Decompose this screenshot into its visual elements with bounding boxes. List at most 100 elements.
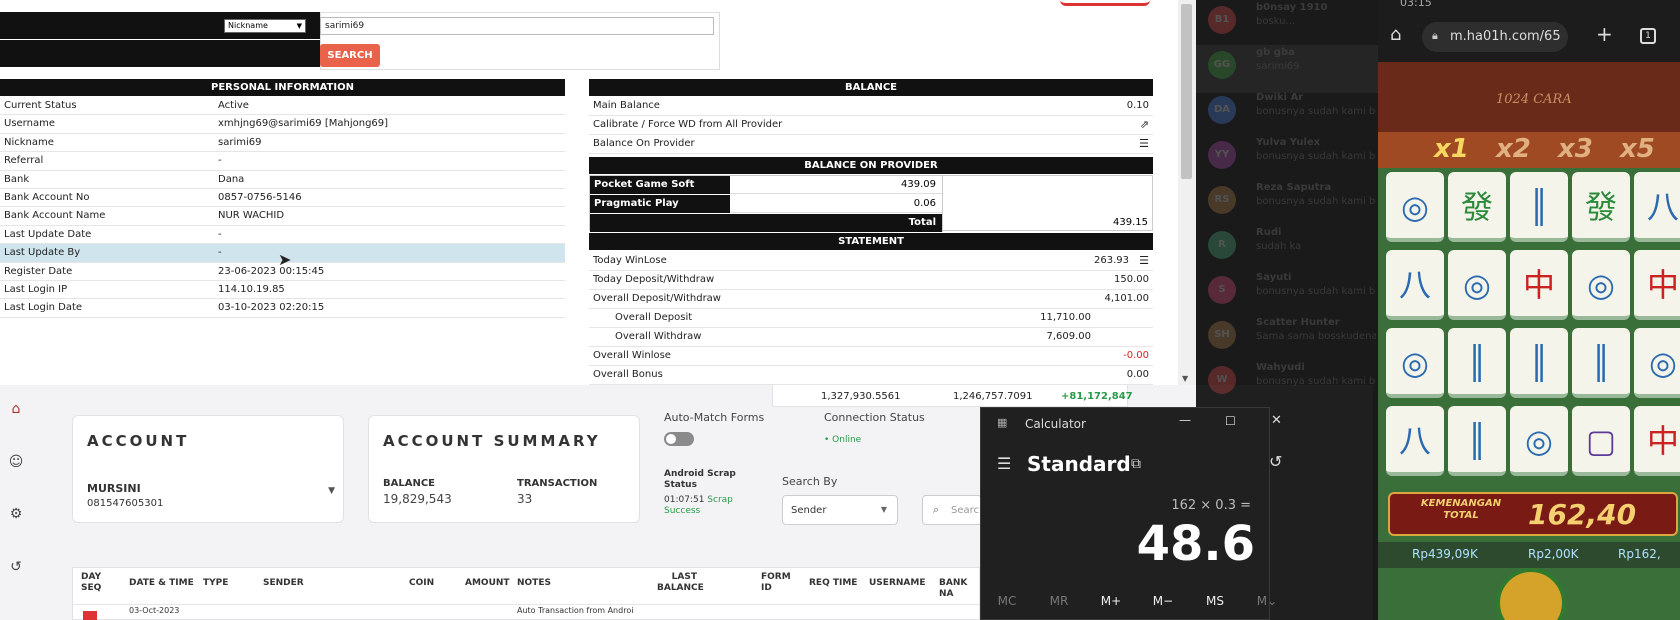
personal-info-label: Current Status bbox=[4, 100, 77, 111]
statement-heading: STATEMENT bbox=[589, 233, 1153, 250]
chat-list-item[interactable]: YY Yulva Yulex bonusnya sudah kami be bbox=[1196, 135, 1378, 183]
personal-info-row: Bank Account Name NUR WACHID bbox=[0, 207, 565, 226]
col-coin[interactable]: COIN bbox=[409, 578, 434, 589]
popup-scrollbar[interactable]: ▼ bbox=[1178, 0, 1196, 385]
history-icon[interactable]: ↺ bbox=[7, 558, 25, 576]
row-notes: Auto Transaction from Androi bbox=[517, 606, 634, 615]
dashboard-search-placeholder: Searc bbox=[951, 505, 980, 516]
new-tab-icon[interactable]: + bbox=[1596, 22, 1613, 46]
col-notes[interactable]: NOTES bbox=[517, 578, 551, 589]
overall-withdraw-label: Overall Withdraw bbox=[615, 331, 702, 342]
chat-list-item[interactable]: GG gb gba sarimi69 bbox=[1196, 45, 1378, 93]
users-icon[interactable]: ☺ bbox=[7, 453, 25, 471]
search-button[interactable]: SEARCH bbox=[320, 44, 380, 67]
scroll-down-icon[interactable]: ▼ bbox=[1182, 374, 1188, 383]
total-win-banner: KEMENANGAN TOTAL 162,40 bbox=[1388, 492, 1678, 536]
col-last-balance[interactable]: LAST BALANCE bbox=[657, 572, 704, 594]
overall-withdraw-value: 7,609.00 bbox=[1046, 331, 1091, 342]
chat-list-item[interactable]: RS Reza Saputra bonusnya sudah kami be bbox=[1196, 180, 1378, 228]
personal-info-row: Last Update Date - bbox=[0, 226, 565, 245]
col-username[interactable]: USERNAME bbox=[869, 578, 925, 589]
memory-button[interactable]: M+ bbox=[1091, 594, 1131, 608]
list-icon[interactable]: ☰ bbox=[1139, 135, 1149, 153]
col-form-id[interactable]: FORM ID bbox=[761, 572, 791, 594]
spin-button[interactable] bbox=[1496, 568, 1566, 620]
col-req-time[interactable]: REQ TIME bbox=[809, 578, 857, 589]
stat-value-a: 1,327,930.5561 bbox=[821, 391, 901, 402]
table-row[interactable]: 03-Oct-2023 Auto Transaction from Androi bbox=[73, 604, 979, 620]
memory-button[interactable]: M⌄ bbox=[1247, 594, 1287, 608]
popup-scrollbar-thumb[interactable] bbox=[1181, 4, 1192, 179]
tabs-count-icon[interactable]: 1 bbox=[1640, 28, 1656, 44]
avatar: S bbox=[1208, 276, 1236, 304]
transactions-table: DAY SEQ DATE & TIME TYPE SENDER COIN AMO… bbox=[72, 567, 980, 620]
mahjong-tile: ◎ bbox=[1448, 250, 1506, 320]
connection-status-value: • Online bbox=[824, 435, 862, 445]
personal-info-value: - bbox=[218, 228, 222, 240]
auto-match-toggle[interactable] bbox=[664, 432, 694, 446]
overall-bonus-row: Overall Bonus 0.00 bbox=[589, 366, 1153, 385]
overall-bonus-label: Overall Bonus bbox=[593, 369, 663, 380]
strip-bet: Rp2,00K bbox=[1528, 547, 1579, 561]
bank-icon[interactable]: ⌂ bbox=[7, 400, 25, 418]
summary-transaction-value: 33 bbox=[517, 492, 533, 506]
calculator-app-icon: ▦ bbox=[997, 416, 1008, 429]
home-icon[interactable]: ⌂ bbox=[1390, 24, 1401, 45]
chat-last-message: bonusnya sudah kami be bbox=[1256, 286, 1376, 297]
dashboard-search-input[interactable]: ⌕ Searc bbox=[922, 495, 982, 525]
chat-last-message: sudah ka bbox=[1256, 241, 1302, 252]
chat-list-item[interactable]: S Sayuti bonusnya sudah kami be bbox=[1196, 270, 1378, 318]
calibrate-row[interactable]: Calibrate / Force WD from All Provider ⇗ bbox=[589, 116, 1153, 135]
auto-match-label: Auto-Match Forms bbox=[664, 411, 765, 424]
chat-contact-name: Dwiki Ar bbox=[1256, 92, 1304, 103]
account-dropdown-icon[interactable]: ▼ bbox=[328, 486, 335, 496]
personal-info-heading: PERSONAL INFORMATION bbox=[0, 79, 565, 96]
col-day-seq[interactable]: DAY SEQ bbox=[81, 572, 107, 594]
memory-button[interactable]: M− bbox=[1143, 594, 1183, 608]
chat-list-item[interactable]: R Rudi sudah ka bbox=[1196, 225, 1378, 273]
balance-on-provider-row[interactable]: Balance On Provider ☰ bbox=[589, 135, 1153, 154]
settings-icon[interactable]: ⚙ bbox=[7, 505, 25, 523]
chat-list-item[interactable]: W Wahyudi bonusnya sudah kami be bbox=[1196, 360, 1378, 408]
total-win-label: KEMENANGAN TOTAL bbox=[1420, 498, 1502, 521]
today-winlose-row[interactable]: Today WinLose 263.93 ☰ bbox=[589, 252, 1153, 271]
personal-info-label: Register Date bbox=[4, 265, 73, 277]
col-amount[interactable]: AMOUNT bbox=[465, 578, 510, 589]
stat-value-b: 1,246,757.7091 bbox=[953, 391, 1033, 402]
maximize-icon[interactable]: ☐ bbox=[1225, 414, 1236, 428]
memory-button[interactable]: MR bbox=[1039, 594, 1079, 608]
chat-last-message: bonusnya sudah kami be bbox=[1256, 151, 1376, 162]
col-sender[interactable]: SENDER bbox=[263, 578, 304, 589]
col-date-time[interactable]: DATE & TIME bbox=[129, 578, 194, 589]
avatar: DA bbox=[1208, 96, 1236, 124]
url-text: m.ha01h.com/65 bbox=[1450, 29, 1561, 44]
close-pill[interactable] bbox=[1060, 0, 1150, 6]
avatar: W bbox=[1208, 366, 1236, 394]
personal-info-value: - bbox=[218, 247, 222, 259]
mahjong-tile: ◎ bbox=[1510, 406, 1568, 476]
col-type[interactable]: TYPE bbox=[203, 578, 228, 589]
memory-button[interactable]: MC bbox=[987, 594, 1027, 608]
history-icon[interactable]: ↺ bbox=[1269, 452, 1282, 471]
search-by-select[interactable]: Sender ▼ bbox=[782, 495, 898, 525]
url-bar[interactable]: 🔒︎ m.ha01h.com/65 bbox=[1422, 22, 1568, 52]
chevron-down-icon: ▼ bbox=[296, 22, 302, 30]
minimize-icon[interactable]: — bbox=[1179, 413, 1191, 427]
keep-on-top-icon[interactable]: ⧉ bbox=[1131, 456, 1141, 472]
search-type-select[interactable]: Nickname ▼ bbox=[224, 19, 306, 33]
search-input[interactable]: sarimi69 bbox=[320, 17, 714, 35]
hamburger-menu-icon[interactable]: ☰ bbox=[997, 454, 1011, 473]
chat-contact-name: Wahyudi bbox=[1256, 362, 1305, 373]
provider-name-1: Pocket Game Soft bbox=[590, 176, 730, 194]
chat-list-item[interactable]: SH Scatter Hunter Sama sama bosskudenal bbox=[1196, 315, 1378, 363]
memory-button[interactable]: MS bbox=[1195, 594, 1235, 608]
col-bank-name[interactable]: BANK NA bbox=[939, 578, 979, 600]
personal-info-row: Current Status Active bbox=[0, 97, 565, 116]
close-icon[interactable]: ✕ bbox=[1271, 413, 1282, 428]
chat-list-item[interactable]: DA Dwiki Ar bonusnya sudah kami be bbox=[1196, 90, 1378, 138]
chat-list-item[interactable]: B1 b0nsay 1910 bosku... bbox=[1196, 0, 1378, 48]
share-icon[interactable]: ⇗ bbox=[1140, 116, 1149, 134]
list-icon[interactable]: ☰ bbox=[1139, 252, 1149, 270]
mahjong-game-canvas[interactable]: 1024 CARA x1 x2 x3 x5 ◎ 發 ║ 發八八 ◎ 中 ◎ 中 ◎ ║ ║ ║ ◎ 八 ║ ◎… bbox=[1378, 62, 1680, 620]
balance-heading: BALANCE bbox=[589, 79, 1153, 96]
